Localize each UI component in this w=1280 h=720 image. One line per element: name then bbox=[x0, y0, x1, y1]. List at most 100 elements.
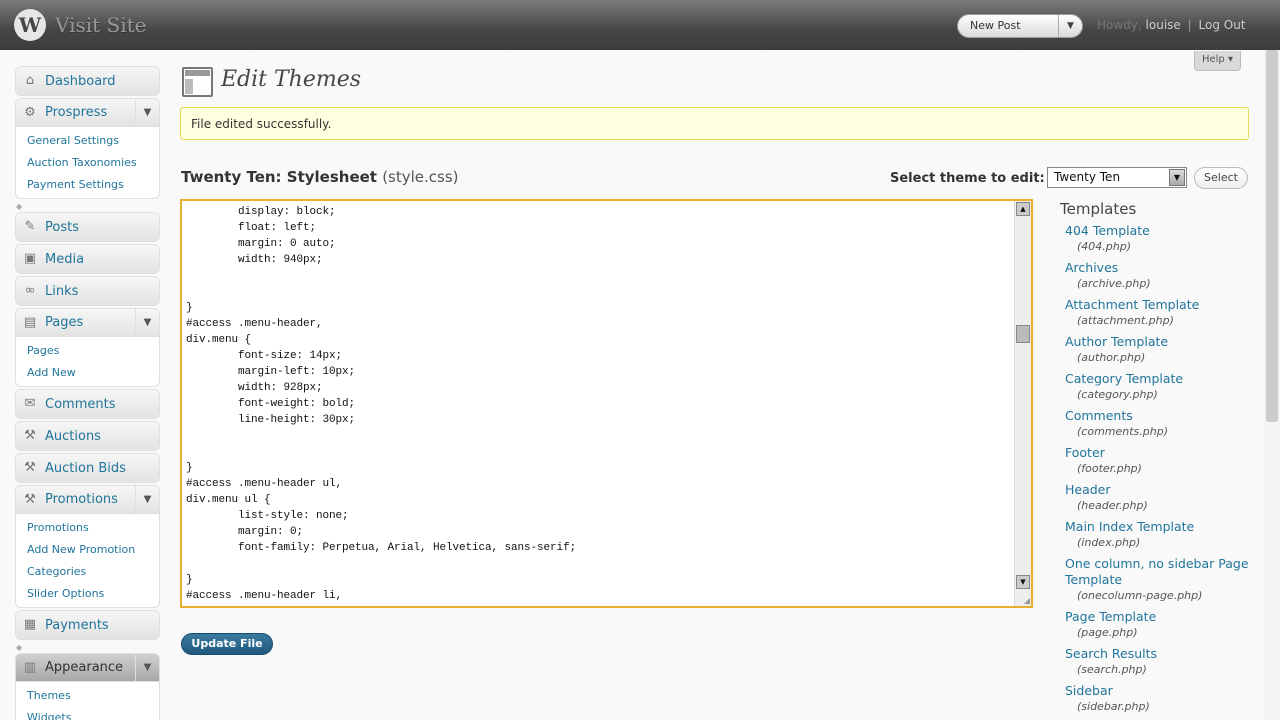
submenu-item[interactable]: General Settings bbox=[27, 130, 159, 152]
submenu-item[interactable]: Slider Options bbox=[27, 583, 159, 605]
pin-icon: ✎ bbox=[24, 219, 36, 234]
chevron-down-icon[interactable]: ▼ bbox=[1169, 169, 1185, 186]
submenu-item[interactable]: Add New Promotion bbox=[27, 539, 159, 561]
template-link[interactable]: Attachment Template bbox=[1065, 297, 1265, 313]
template-link[interactable]: Sidebar bbox=[1065, 683, 1265, 699]
submenu-item[interactable]: Widgets bbox=[27, 707, 159, 720]
template-item: Search Results (search.php) bbox=[1065, 646, 1265, 678]
sidebar-item-label: Comments bbox=[45, 396, 116, 412]
help-tab[interactable]: Help ▾ bbox=[1194, 51, 1241, 71]
sidebar-item-auction-bids[interactable]: ⚒ Auction Bids bbox=[16, 454, 159, 482]
visit-site-link[interactable]: Visit Site bbox=[55, 13, 147, 37]
template-filename: (search.php) bbox=[1077, 663, 1147, 676]
sidebar-item-payments[interactable]: ▦ Payments bbox=[16, 611, 159, 639]
template-item: Footer (footer.php) bbox=[1065, 445, 1265, 477]
separator: | bbox=[1187, 18, 1192, 32]
scroll-down-icon[interactable]: ▼ bbox=[1016, 575, 1030, 589]
template-link[interactable]: Footer bbox=[1065, 445, 1265, 461]
page-scrollbar-thumb[interactable] bbox=[1266, 50, 1278, 422]
menu-toggle-icon[interactable]: ▼ bbox=[135, 309, 159, 336]
sidebar-item-appearance[interactable]: ▥ Appearance ▼ bbox=[16, 654, 159, 682]
sidebar-item-label: Promotions bbox=[45, 492, 118, 507]
submenu-appearance: ThemesWidgetsMenus bbox=[16, 682, 159, 720]
sidebar-item-label: Payments bbox=[45, 617, 109, 633]
admin-header: W Visit Site New Post ▼ Howdy, louise | … bbox=[0, 0, 1280, 50]
new-post-button[interactable]: New Post ▼ bbox=[957, 14, 1083, 38]
chevron-down-icon[interactable]: ▼ bbox=[1058, 15, 1082, 37]
page-scrollbar[interactable] bbox=[1264, 50, 1280, 720]
submenu-item[interactable]: Themes bbox=[27, 685, 159, 707]
template-item: Attachment Template (attachment.php) bbox=[1065, 297, 1265, 329]
submenu-item[interactable]: Promotions bbox=[27, 517, 159, 539]
new-post-label: New Post bbox=[970, 19, 1021, 32]
wordpress-logo-icon[interactable]: W bbox=[14, 9, 46, 41]
template-item: 404 Template (404.php) bbox=[1065, 223, 1265, 255]
themes-page-icon bbox=[182, 67, 213, 97]
sidebar-item-label: Posts bbox=[45, 219, 79, 235]
template-filename: (header.php) bbox=[1077, 499, 1148, 512]
template-item: Main Index Template (index.php) bbox=[1065, 519, 1265, 551]
submenu-item[interactable]: Auction Taxonomies bbox=[27, 152, 159, 174]
media-icon: ▣ bbox=[23, 251, 37, 266]
menu-toggle-icon[interactable]: ▼ bbox=[135, 486, 159, 513]
scroll-up-icon[interactable]: ▲ bbox=[1016, 202, 1030, 216]
logout-link[interactable]: Log Out bbox=[1199, 18, 1246, 32]
dashboard-icon: ⌂ bbox=[25, 73, 35, 88]
template-link[interactable]: Category Template bbox=[1065, 371, 1265, 387]
sidebar-item-label: Prospress bbox=[45, 105, 108, 120]
sidebar-item-dashboard[interactable]: ⌂ Dashboard bbox=[16, 67, 159, 95]
file-heading-filename: (style.css) bbox=[382, 168, 459, 186]
template-link[interactable]: One column, no sidebar Page Template bbox=[1065, 556, 1265, 588]
sidebar-item-auctions[interactable]: ⚒ Auctions bbox=[16, 422, 159, 450]
menu-group: ✎ Posts bbox=[15, 212, 160, 242]
sidebar-item-posts[interactable]: ✎ Posts bbox=[16, 213, 159, 241]
scrollbar-thumb[interactable] bbox=[1016, 325, 1030, 343]
template-item: Author Template (author.php) bbox=[1065, 334, 1265, 366]
select-button[interactable]: Select bbox=[1194, 167, 1248, 189]
sidebar-item-promotions[interactable]: ⚒ Promotions ▼ bbox=[16, 486, 159, 514]
template-filename: (index.php) bbox=[1077, 536, 1141, 549]
template-link[interactable]: Comments bbox=[1065, 408, 1265, 424]
template-link[interactable]: Archives bbox=[1065, 260, 1265, 276]
submenu-item[interactable]: Payment Settings bbox=[27, 174, 159, 196]
sidebar-item-links[interactable]: ∞ Links bbox=[16, 277, 159, 305]
submenu-pages: Pages Add New bbox=[16, 337, 159, 386]
help-label: Help bbox=[1201, 54, 1225, 65]
sidebar-item-media[interactable]: ▣ Media bbox=[16, 245, 159, 273]
file-heading: Twenty Ten: Stylesheet (style.css) bbox=[181, 168, 459, 186]
menu-group: ⚒ Auctions bbox=[15, 421, 160, 451]
menu-group: ∞ Links bbox=[15, 276, 160, 306]
template-link[interactable]: Search Results bbox=[1065, 646, 1265, 662]
submenu-item[interactable]: Categories bbox=[27, 561, 159, 583]
template-link[interactable]: 404 Template bbox=[1065, 223, 1265, 239]
resize-handle-icon[interactable]: ◢ bbox=[1024, 596, 1030, 605]
menu-toggle-icon[interactable]: ▼ bbox=[135, 99, 159, 126]
payments-icon: ▦ bbox=[23, 617, 37, 632]
submenu-item[interactable]: Add New bbox=[27, 362, 159, 384]
sidebar-item-label: Auction Bids bbox=[45, 460, 126, 476]
update-file-button[interactable]: Update File bbox=[181, 633, 273, 655]
username-link[interactable]: louise bbox=[1146, 18, 1181, 32]
theme-select[interactable]: Twenty Ten ▼ bbox=[1047, 167, 1187, 188]
template-link[interactable]: Header bbox=[1065, 482, 1265, 498]
select-theme-label: Select theme to edit: bbox=[890, 171, 1045, 186]
template-link[interactable]: Main Index Template bbox=[1065, 519, 1265, 535]
editor-scrollbar[interactable]: ▲ ▼ bbox=[1014, 201, 1031, 606]
template-filename: (comments.php) bbox=[1077, 425, 1169, 438]
sidebar-item-pages[interactable]: ▤ Pages ▼ bbox=[16, 309, 159, 337]
menu-group: ⚒ Promotions ▼ Promotions Add New Promotion C… bbox=[15, 485, 160, 608]
menu-toggle-icon[interactable]: ▼ bbox=[135, 654, 159, 681]
template-list: 404 Template (404.php) Archives (archive.ph… bbox=[1065, 223, 1265, 720]
code-editor[interactable]: display: block; float: left; margin: 0 a… bbox=[180, 199, 1033, 608]
template-link[interactable]: Author Template bbox=[1065, 334, 1265, 350]
sidebar-item-prospress[interactable]: ⚙ Prospress ▼ bbox=[16, 99, 159, 127]
appearance-icon: ▥ bbox=[23, 659, 37, 675]
sidebar-item-comments[interactable]: ✉ Comments bbox=[16, 390, 159, 418]
template-filename: (category.php) bbox=[1077, 388, 1158, 401]
code-content[interactable]: display: block; float: left; margin: 0 a… bbox=[186, 204, 1016, 604]
submenu-promotions: Promotions Add New Promotion Categories Sli… bbox=[16, 514, 159, 607]
template-link[interactable]: Page Template bbox=[1065, 609, 1265, 625]
submenu-item[interactable]: Pages bbox=[27, 340, 159, 362]
template-item: Sidebar (sidebar.php) bbox=[1065, 683, 1265, 715]
template-item: Header (header.php) bbox=[1065, 482, 1265, 514]
